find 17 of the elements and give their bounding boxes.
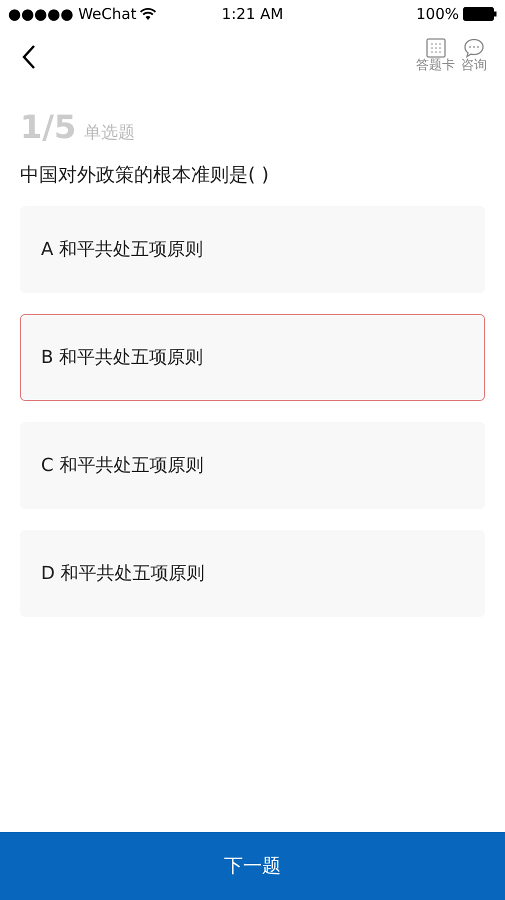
grid-icon xyxy=(424,38,446,58)
answer-option[interactable]: A 和平共处五项原则 xyxy=(20,206,485,293)
answer-option[interactable]: C 和平共处五项原则 xyxy=(20,422,485,509)
consult-button[interactable]: 咨询 xyxy=(461,38,487,75)
answer-option[interactable]: D 和平共处五项原则 xyxy=(20,530,485,617)
battery-text: 100% xyxy=(416,4,459,25)
next-question-button[interactable]: 下一题 xyxy=(0,832,505,900)
question-text: 中国对外政策的根本准则是( ) xyxy=(19,162,270,188)
answer-option[interactable]: B 和平共处五项原则 xyxy=(20,314,485,401)
question-type: 单选题 xyxy=(84,122,136,145)
answer-card-button[interactable]: 答题卡 xyxy=(416,38,455,75)
back-icon xyxy=(22,44,36,70)
battery-icon xyxy=(463,7,497,21)
carrier-text: ●●●●● WeChat xyxy=(8,4,136,25)
chat-bubble-icon xyxy=(463,38,485,58)
wifi-icon xyxy=(140,8,156,20)
clock-text: 1:21 AM xyxy=(222,4,284,25)
